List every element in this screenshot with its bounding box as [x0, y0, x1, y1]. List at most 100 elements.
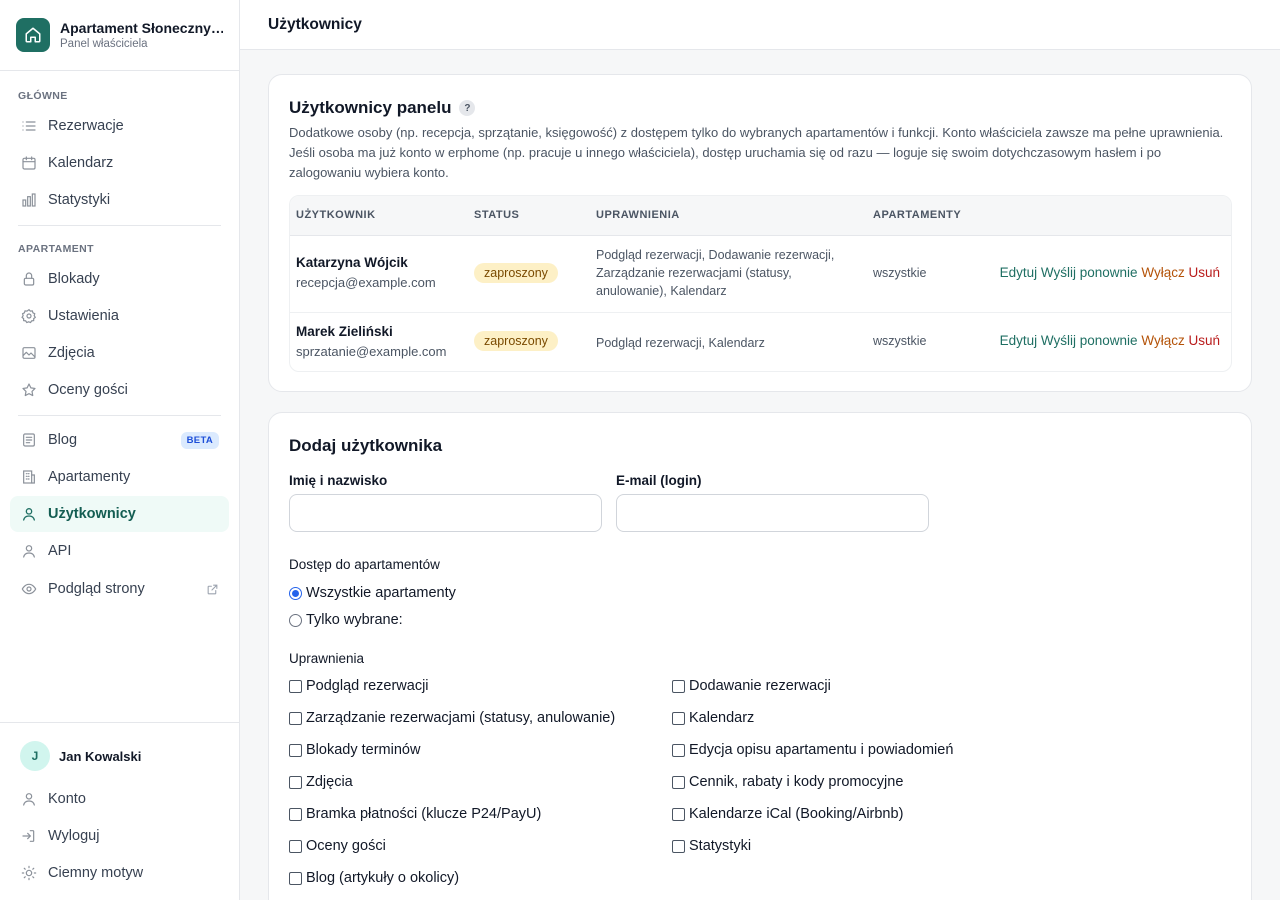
- apartments-cell: wszystkie: [873, 334, 927, 348]
- permission-checkbox-row[interactable]: Edycja opisu apartamentu i powiadomień: [672, 742, 953, 758]
- sidebar-divider: [18, 415, 221, 416]
- permission-checkbox-row[interactable]: Cennik, rabaty i kody promocyjne: [672, 774, 903, 790]
- sidebar-item-ustawienia[interactable]: Ustawienia: [10, 298, 229, 334]
- brand[interactable]: Apartament Słoneczny… Panel właściciela: [0, 0, 239, 71]
- checkbox[interactable]: [672, 679, 685, 693]
- sidebar-item-blokady[interactable]: Blokady: [10, 261, 229, 297]
- email-input[interactable]: [616, 494, 929, 532]
- sidebar-item-kalendarz[interactable]: Kalendarz: [10, 145, 229, 181]
- help-icon[interactable]: ?: [459, 100, 476, 116]
- top-bar: Użytkownicy: [240, 0, 1280, 50]
- checkbox[interactable]: [289, 711, 302, 725]
- checkbox[interactable]: [672, 743, 685, 757]
- edit-link[interactable]: Edytuj: [1000, 333, 1038, 348]
- user-name: Jan Kowalski: [59, 749, 142, 764]
- brand-subtitle: Panel właściciela: [60, 38, 148, 50]
- disable-link[interactable]: Wyłącz: [1141, 265, 1184, 280]
- resend-link[interactable]: Wyślij ponownie: [1041, 333, 1138, 348]
- checkbox[interactable]: [289, 743, 302, 757]
- access-selected-option[interactable]: Tylko wybrane:: [289, 612, 403, 628]
- permission-checkbox-row[interactable]: Statystyki: [672, 838, 751, 854]
- sidebar-item-label: Apartamenty: [48, 469, 131, 485]
- sun-icon: [20, 864, 38, 882]
- user-email-cell: recepcja@example.com: [296, 275, 436, 290]
- email-label: E-mail (login): [616, 473, 702, 488]
- permissions-label: Uprawnienia: [289, 651, 365, 666]
- sidebar-divider: [18, 225, 221, 226]
- sidebar-item-wyloguj[interactable]: Wyloguj: [10, 818, 229, 854]
- sidebar-item-zdjecia[interactable]: Zdjęcia: [10, 335, 229, 371]
- permission-label: Blog (artykuły o okolicy): [306, 870, 460, 886]
- delete-link[interactable]: Usuń: [1188, 333, 1220, 348]
- sidebar-item-statystyki[interactable]: Statystyki: [10, 182, 229, 218]
- permission-checkbox-row[interactable]: Oceny gości: [289, 838, 386, 854]
- column-header-user: UŻYTKOWNIK: [296, 209, 376, 221]
- permission-checkbox-row[interactable]: Bramka płatności (klucze P24/PayU): [289, 806, 541, 822]
- sidebar-item-apartamenty[interactable]: Apartamenty: [10, 459, 229, 495]
- add-user-title: Dodaj użytkownika: [289, 436, 443, 455]
- checkbox[interactable]: [672, 711, 685, 725]
- permission-label: Edycja opisu apartamentu i powiadomień: [689, 742, 954, 758]
- panel-users-title: Użytkownicy panelu: [289, 98, 452, 117]
- permission-checkbox-row[interactable]: Dodawanie rezerwacji: [672, 678, 831, 694]
- row-actions: Edytuj Wyślij ponownie Wyłącz Usuń: [1000, 333, 1220, 348]
- sidebar-item-rezerwacje[interactable]: Rezerwacje: [10, 108, 229, 144]
- sidebar-item-label: Użytkownicy: [48, 506, 136, 522]
- permission-label: Statystyki: [689, 838, 752, 854]
- radio-button[interactable]: [289, 586, 302, 600]
- checkbox[interactable]: [289, 871, 302, 885]
- user-icon: [20, 542, 38, 560]
- checkbox[interactable]: [289, 839, 302, 853]
- add-user-card: Dodaj użytkownika Imię i nazwisko E-mail…: [268, 412, 1252, 900]
- checkbox[interactable]: [672, 839, 685, 853]
- permission-checkbox-row[interactable]: Blog (artykuły o okolicy): [289, 870, 459, 886]
- sidebar-item-api[interactable]: API: [10, 533, 229, 569]
- sidebar-item-label: Blog: [48, 432, 78, 448]
- document-icon: [20, 431, 38, 449]
- panel-users-description: Dodatkowe osoby (np. recepcja, sprzątani…: [289, 125, 1224, 180]
- checkbox[interactable]: [289, 775, 302, 789]
- permission-checkbox-row[interactable]: Zdjęcia: [289, 774, 353, 790]
- name-label: Imię i nazwisko: [289, 473, 388, 488]
- checkbox[interactable]: [289, 679, 302, 693]
- eye-icon: [20, 580, 38, 598]
- radio-button[interactable]: [289, 613, 302, 627]
- sidebar-item-ciemny-motyw[interactable]: Ciemny motyw: [10, 855, 229, 891]
- gear-icon: [20, 307, 38, 325]
- permission-label: Podgląd rezerwacji: [306, 678, 429, 694]
- sidebar: Apartament Słoneczny… Panel właściciela …: [0, 0, 240, 900]
- edit-link[interactable]: Edytuj: [1000, 265, 1038, 280]
- permission-checkbox-row[interactable]: Kalendarz: [672, 710, 754, 726]
- nav-section-apartment: APARTAMENT: [18, 243, 94, 255]
- row-actions: Edytuj Wyślij ponownie Wyłącz Usuń: [1000, 265, 1220, 280]
- permission-checkbox-row[interactable]: Kalendarze iCal (Booking/Airbnb): [672, 806, 903, 822]
- permission-checkbox-row[interactable]: Zarządzanie rezerwacjami (statusy, anulo…: [289, 710, 615, 726]
- star-icon: [20, 381, 38, 399]
- bar-chart-icon: [20, 191, 38, 209]
- access-all-option[interactable]: Wszystkie apartamenty: [289, 585, 456, 601]
- permission-label: Oceny gości: [306, 838, 386, 854]
- radio-label: Tylko wybrane:: [306, 612, 403, 628]
- disable-link[interactable]: Wyłącz: [1141, 333, 1184, 348]
- name-input[interactable]: [289, 494, 602, 532]
- permission-checkbox-row[interactable]: Blokady terminów: [289, 742, 420, 758]
- permission-label: Kalendarz: [689, 710, 755, 726]
- panel-users-card: Użytkownicy panelu ? Dodatkowe osoby (np…: [268, 74, 1252, 392]
- sidebar-item-podglad[interactable]: Podgląd strony: [10, 571, 229, 607]
- sidebar-item-oceny[interactable]: Oceny gości: [10, 372, 229, 408]
- sidebar-item-uzytkownicy[interactable]: Użytkownicy: [10, 496, 229, 532]
- sidebar-item-blog[interactable]: Blog BETA: [10, 422, 229, 458]
- access-label: Dostęp do apartamentów: [289, 557, 440, 572]
- column-header-apartments: APARTAMENTY: [873, 209, 962, 221]
- permission-checkbox-row[interactable]: Podgląd rezerwacji: [289, 678, 429, 694]
- checkbox[interactable]: [289, 807, 302, 821]
- checkbox[interactable]: [672, 807, 685, 821]
- resend-link[interactable]: Wyślij ponownie: [1041, 265, 1138, 280]
- sidebar-item-konto[interactable]: Konto: [10, 781, 229, 817]
- delete-link[interactable]: Usuń: [1188, 265, 1220, 280]
- home-icon: [16, 18, 50, 52]
- user-icon: [20, 505, 38, 523]
- logout-icon: [20, 827, 38, 845]
- beta-badge: BETA: [180, 431, 219, 449]
- checkbox[interactable]: [672, 775, 685, 789]
